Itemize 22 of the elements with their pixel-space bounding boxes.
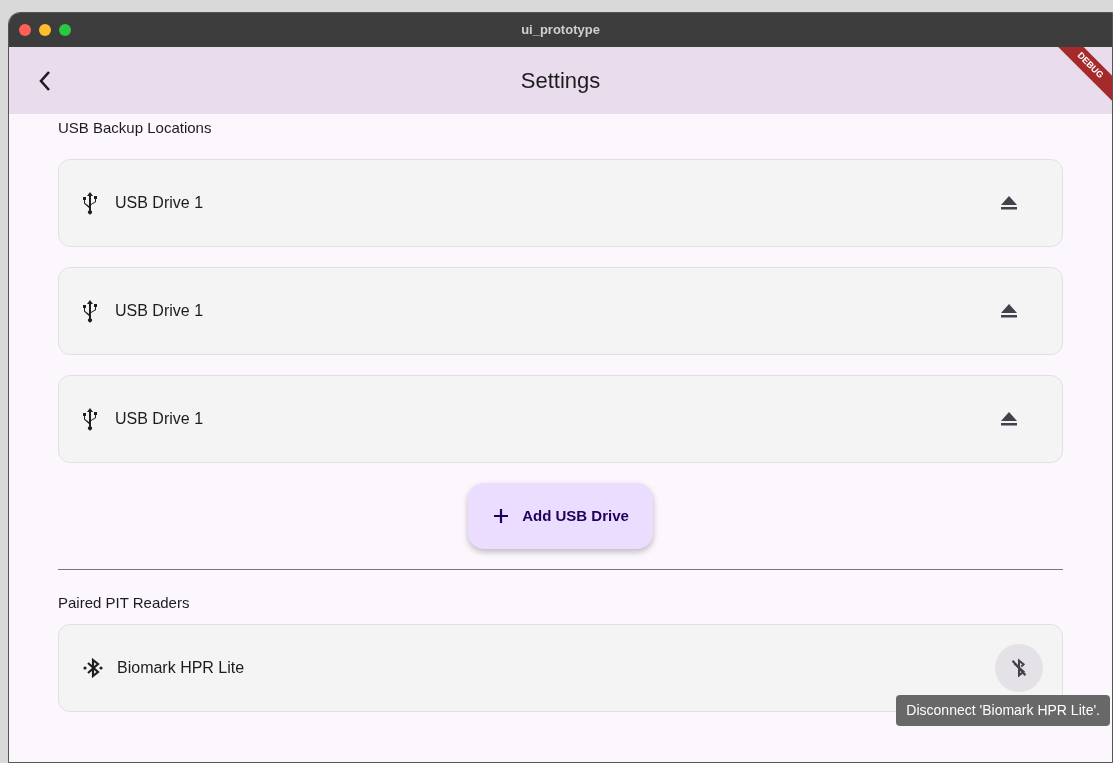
reader-name: Biomark HPR Lite — [117, 658, 245, 678]
bluetooth-icon — [81, 656, 105, 680]
eject-icon[interactable] — [1000, 195, 1018, 211]
minimize-window-button[interactable] — [39, 24, 51, 36]
eject-icon[interactable] — [1000, 411, 1018, 427]
window-title: ui_prototype — [521, 21, 600, 40]
usb-icon — [81, 191, 99, 215]
section-heading: USB Backup Locations — [58, 118, 213, 138]
drive-name: USB Drive 1 — [115, 193, 204, 213]
zoom-window-button[interactable] — [59, 24, 71, 36]
disconnect-button[interactable] — [995, 644, 1043, 692]
page-title: Settings — [520, 67, 601, 95]
add-usb-drive-button[interactable]: Add USB Drive — [468, 483, 653, 549]
close-window-button[interactable] — [19, 24, 31, 36]
usb-icon — [81, 407, 99, 431]
plus-icon — [492, 507, 511, 525]
section-heading: Paired PIT Readers — [58, 593, 191, 613]
usb-icon — [81, 299, 99, 323]
drive-name: USB Drive 1 — [115, 301, 204, 321]
drive-name: USB Drive 1 — [115, 409, 204, 429]
eject-icon[interactable] — [1000, 303, 1018, 319]
tooltip: Disconnect 'Biomark HPR Lite'. — [896, 695, 1110, 726]
